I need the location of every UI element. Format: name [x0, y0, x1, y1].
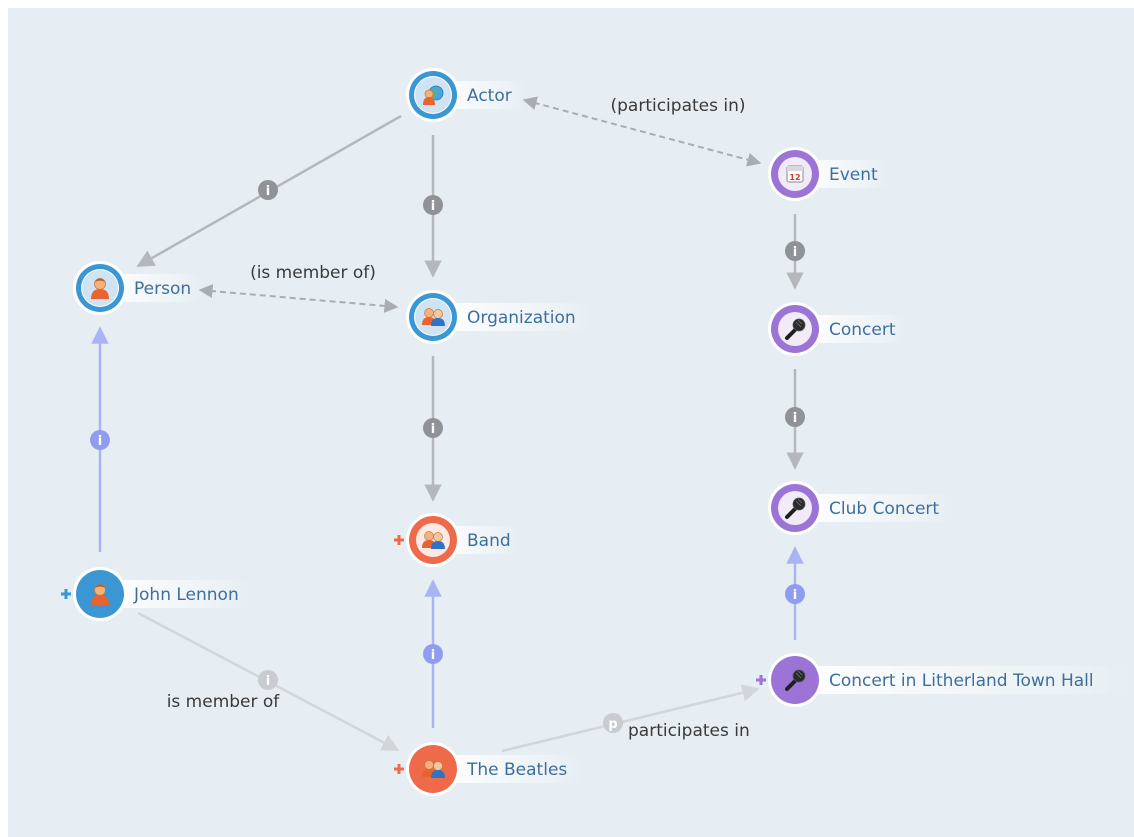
node-event[interactable]: 12 Event: [768, 147, 891, 201]
node-litherland[interactable]: Concert in Litherland Town Hall: [756, 653, 1134, 707]
node-concert[interactable]: Concert: [768, 302, 911, 356]
edge-beatles-band[interactable]: i: [423, 579, 443, 728]
node-inner-fill: [415, 299, 451, 335]
edge-litherland-clubconcert[interactable]: i: [785, 546, 805, 640]
edge-badge-letter: i: [266, 674, 270, 689]
node-band[interactable]: Band: [394, 513, 520, 567]
edge-john-person[interactable]: i: [90, 326, 110, 552]
edge-event-concert[interactable]: i: [785, 214, 805, 290]
edge-concert-clubconcert[interactable]: i: [785, 369, 805, 470]
edge-badge[interactable]: i: [423, 418, 443, 438]
edge-badge-letter: i: [431, 199, 435, 214]
edge-badge[interactable]: i: [90, 430, 110, 450]
node-label[interactable]: John Lennon: [133, 585, 239, 605]
edge-actor-organization[interactable]: i: [423, 135, 443, 278]
edge-line[interactable]: [198, 284, 399, 313]
node-organization[interactable]: Organization: [406, 290, 597, 344]
edge-badge-letter: i: [266, 184, 270, 199]
svg-text:12: 12: [789, 173, 800, 182]
node-beatles[interactable]: The Beatles: [394, 742, 587, 796]
node-circle[interactable]: [409, 745, 457, 793]
expand-plus-icon[interactable]: [394, 535, 404, 545]
edge-badge-letter: i: [431, 648, 435, 663]
edge-label: (is member of): [250, 263, 376, 283]
edge-organization-band[interactable]: i: [423, 356, 443, 502]
edge-badge-letter: i: [431, 422, 435, 437]
nodes-layer: Actor 12 Event Person Organization Concert Clu…: [61, 68, 1134, 796]
edges-layer: ii(participates in)(is member of)iiiiiii…: [90, 96, 805, 753]
node-label[interactable]: Concert in Litherland Town Hall: [829, 671, 1094, 691]
edge-badge[interactable]: i: [258, 670, 278, 690]
edge-badge-letter: i: [98, 434, 102, 449]
node-clubconcert[interactable]: Club Concert: [768, 481, 959, 535]
edge-badge[interactable]: p: [603, 713, 623, 733]
node-label[interactable]: Club Concert: [829, 499, 939, 519]
edge-badge-letter: i: [793, 588, 797, 603]
node-label[interactable]: Organization: [467, 308, 576, 328]
edge-badge-letter: i: [793, 411, 797, 426]
edge-badge[interactable]: i: [785, 584, 805, 604]
edge-badge-letter: p: [608, 717, 617, 732]
edge-badge[interactable]: i: [785, 241, 805, 261]
expand-plus-icon[interactable]: [394, 764, 404, 774]
edge-actor-event[interactable]: (participates in): [522, 96, 762, 167]
edge-badge[interactable]: i: [423, 644, 443, 664]
edge-badge[interactable]: i: [258, 180, 278, 200]
node-john[interactable]: John Lennon: [61, 567, 254, 621]
graph-canvas[interactable]: i i (participates in) (is member of) i i i i i i i…: [8, 8, 1134, 837]
edge-label: (participates in): [610, 96, 745, 116]
edge-badge[interactable]: i: [423, 195, 443, 215]
edge-line[interactable]: [501, 684, 760, 753]
node-label[interactable]: The Beatles: [466, 760, 567, 780]
edge-beatles-litherland[interactable]: p participates in: [501, 684, 760, 753]
node-person[interactable]: Person: [73, 261, 206, 315]
node-label[interactable]: Concert: [829, 320, 896, 340]
expand-plus-icon[interactable]: [61, 589, 71, 599]
node-label[interactable]: Event: [829, 165, 878, 185]
node-label[interactable]: Band: [467, 531, 511, 551]
node-actor[interactable]: Actor: [406, 68, 529, 122]
node-label[interactable]: Person: [134, 279, 191, 299]
edge-label: participates in: [628, 721, 750, 741]
node-label[interactable]: Actor: [467, 86, 512, 106]
calendar-icon: 12: [786, 165, 804, 183]
node-inner: [416, 523, 450, 557]
ontology-graph[interactable]: ii(participates in)(is member of)iiiiiii…: [8, 8, 1134, 837]
expand-plus-icon[interactable]: [756, 675, 766, 685]
edge-john-beatles[interactable]: i is member of: [137, 611, 400, 752]
edge-person-organization[interactable]: (is member of): [198, 263, 399, 313]
edge-actor-person[interactable]: i: [136, 114, 402, 268]
edge-badge-letter: i: [793, 245, 797, 260]
edge-label: is member of: [167, 692, 281, 712]
edge-badge[interactable]: i: [785, 407, 805, 427]
